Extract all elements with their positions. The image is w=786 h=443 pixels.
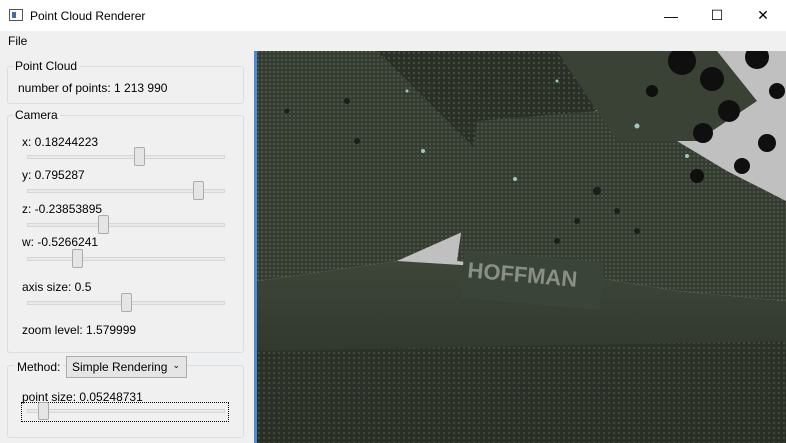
axis-size-label: axis size: 0.5 — [22, 280, 92, 294]
title-bar: Point Cloud Renderer — ☐ ✕ — [0, 0, 786, 31]
settings-panel: Point Cloud number of points: 1 213 990 … — [0, 51, 254, 443]
method-label: Method: — [14, 360, 64, 374]
window-title: Point Cloud Renderer — [30, 9, 146, 23]
w-label: w: -0.5266241 — [22, 235, 99, 249]
method-dropdown[interactable]: Simple Rendering ⌄ — [66, 356, 187, 378]
chevron-down-icon: ⌄ — [172, 360, 180, 370]
point-cloud-group-title: Point Cloud — [13, 59, 80, 73]
w-slider-track[interactable] — [27, 257, 225, 261]
menu-file[interactable]: File — [8, 34, 27, 48]
point-cloud-render: HOFFMAN — [257, 51, 786, 443]
camera-group: Camera x: 0.18244223 y: 0.795287 z: -0.2… — [7, 108, 244, 353]
x-label: x: 0.18244223 — [22, 135, 99, 149]
point-cloud-group: Point Cloud number of points: 1 213 990 — [7, 59, 244, 104]
render-viewport[interactable]: HOFFMAN — [257, 51, 786, 443]
x-slider-track[interactable] — [27, 155, 225, 159]
x-slider-thumb[interactable] — [133, 147, 145, 166]
method-selected-value: Simple Rendering — [72, 360, 168, 374]
w-slider-thumb[interactable] — [71, 249, 83, 268]
y-label: y: 0.795287 — [22, 168, 85, 182]
camera-group-title: Camera — [13, 108, 60, 122]
zoom-level-label: zoom level: 1.579999 — [22, 323, 137, 337]
y-slider-thumb[interactable] — [193, 181, 205, 200]
axis-size-slider-thumb[interactable] — [120, 293, 132, 312]
point-size-slider-track[interactable] — [27, 409, 225, 413]
close-button[interactable]: ✕ — [740, 0, 786, 31]
z-slider-thumb[interactable] — [98, 215, 110, 234]
z-label: z: -0.23853895 — [22, 202, 103, 216]
minimize-button[interactable]: — — [648, 0, 694, 31]
points-count-label: number of points: 1 213 990 — [18, 81, 168, 95]
maximize-button[interactable]: ☐ — [694, 0, 740, 31]
menu-bar: File — [0, 31, 786, 51]
app-icon — [9, 9, 23, 21]
point-size-slider-thumb[interactable] — [38, 402, 50, 420]
z-slider-track[interactable] — [27, 223, 225, 227]
